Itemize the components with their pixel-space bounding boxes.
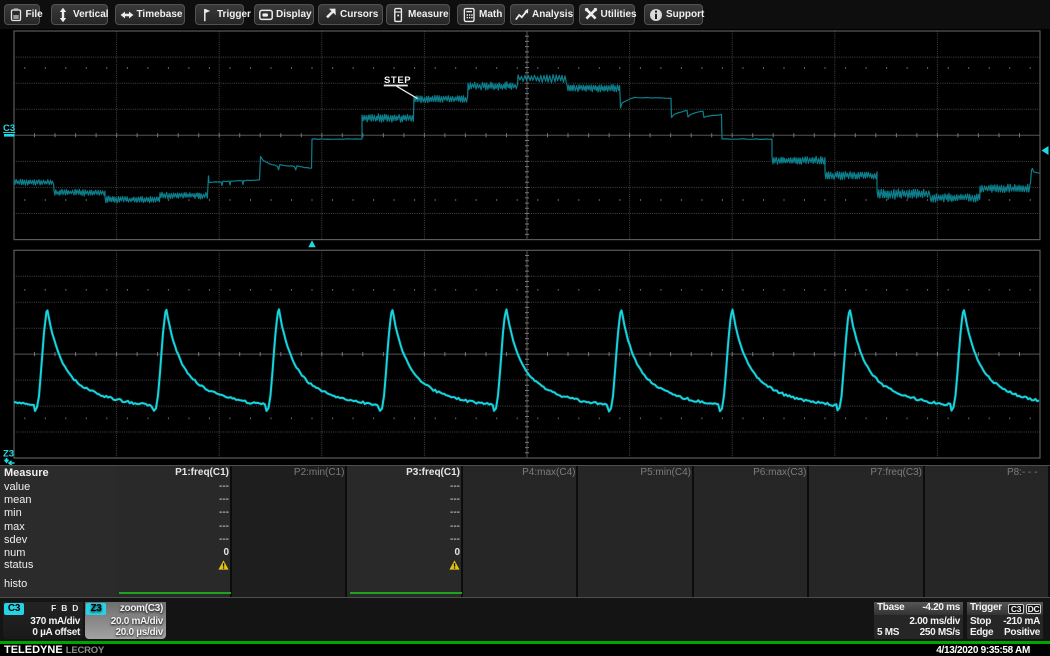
svg-text:STEP: STEP — [384, 75, 411, 86]
svg-text:C3: C3 — [3, 123, 15, 134]
svg-text:Z3: Z3 — [3, 449, 14, 460]
